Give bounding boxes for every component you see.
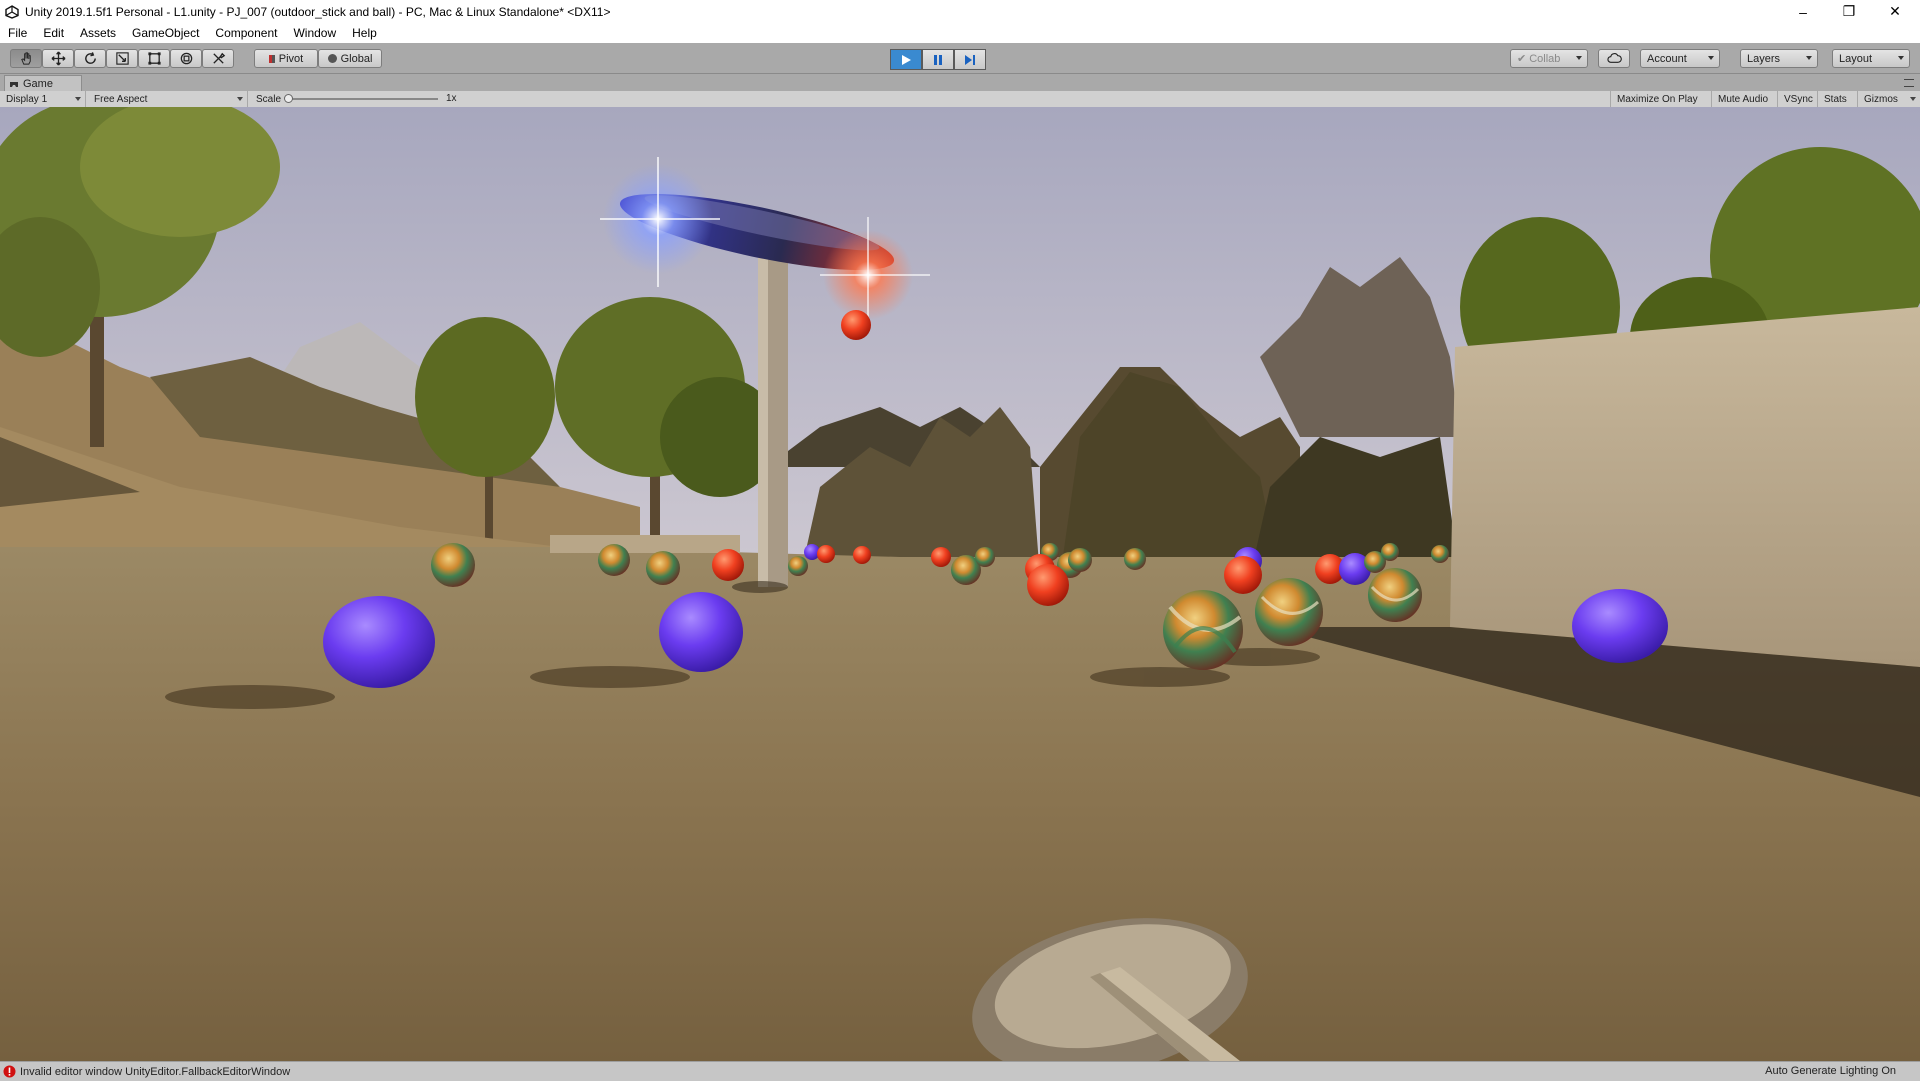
console-error-message[interactable]: Invalid editor window UnityEditor.Fallba… bbox=[20, 1066, 290, 1078]
rotate-icon bbox=[84, 52, 96, 64]
game-scene bbox=[0, 107, 1920, 1061]
global-toggle[interactable]: Global bbox=[318, 49, 382, 68]
check-icon: ✔ bbox=[1517, 53, 1527, 65]
main-toolbar: Pivot Global ✔ Collab Account Layers Lay… bbox=[0, 43, 1920, 74]
account-dropdown[interactable]: Account bbox=[1640, 49, 1720, 68]
restore-button[interactable]: ❐ bbox=[1826, 0, 1872, 23]
globe-icon bbox=[327, 54, 337, 63]
layers-dropdown[interactable]: Layers bbox=[1740, 49, 1818, 68]
panel-menu-icon[interactable] bbox=[1904, 79, 1914, 87]
move-arrows-icon bbox=[51, 51, 65, 66]
chevron-down-icon bbox=[1898, 56, 1904, 60]
play-button[interactable] bbox=[890, 49, 922, 70]
play-icon bbox=[902, 54, 911, 65]
menu-component[interactable]: Component bbox=[207, 26, 285, 40]
status-bar: Invalid editor window UnityEditor.Fallba… bbox=[0, 1061, 1920, 1081]
falling-red-ball bbox=[841, 310, 871, 340]
mute-audio-toggle[interactable]: Mute Audio bbox=[1712, 91, 1778, 107]
menu-edit[interactable]: Edit bbox=[35, 26, 72, 40]
rect-tool-button[interactable] bbox=[138, 49, 170, 68]
game-view-toolbar: Display 1 Free Aspect Scale 1x Maximize … bbox=[0, 91, 1920, 108]
chevron-down-icon bbox=[1910, 97, 1916, 101]
gizmos-dropdown[interactable]: Gizmos bbox=[1858, 91, 1920, 107]
close-button[interactable]: ✕ bbox=[1872, 0, 1918, 23]
lighting-status: Auto Generate Lighting On bbox=[1765, 1065, 1896, 1077]
menu-bar: File Edit Assets GameObject Component Wi… bbox=[0, 23, 1920, 43]
transform-icon bbox=[180, 52, 192, 65]
chevron-down-icon bbox=[1576, 56, 1582, 60]
chevron-down-icon bbox=[237, 97, 243, 101]
step-icon bbox=[965, 54, 975, 65]
global-label: Global bbox=[340, 52, 373, 65]
display-label: Display 1 bbox=[6, 93, 48, 105]
collab-label: Collab bbox=[1529, 52, 1561, 65]
rect-transform-icon bbox=[147, 52, 161, 65]
window-title: Unity 2019.1.5f1 Personal - L1.unity - P… bbox=[25, 4, 611, 19]
maximize-on-play-toggle[interactable]: Maximize On Play bbox=[1610, 91, 1712, 107]
vsync-toggle[interactable]: VSync bbox=[1778, 91, 1818, 107]
chevron-down-icon bbox=[1708, 56, 1714, 60]
scale-value: 1x bbox=[446, 93, 457, 104]
unity-logo-icon bbox=[5, 4, 19, 19]
chevron-down-icon bbox=[1806, 56, 1812, 60]
cloud-icon bbox=[1606, 53, 1622, 63]
rotate-tool-button[interactable] bbox=[74, 49, 106, 68]
title-bar: Unity 2019.1.5f1 Personal - L1.unity - P… bbox=[0, 0, 1920, 23]
aspect-label: Free Aspect bbox=[94, 93, 148, 105]
move-tool-button[interactable] bbox=[42, 49, 74, 68]
stats-toggle[interactable]: Stats bbox=[1818, 91, 1858, 107]
scale-icon bbox=[115, 52, 129, 65]
wrench-icon bbox=[212, 52, 225, 64]
tab-game[interactable]: Game bbox=[4, 75, 82, 91]
scale-slider-thumb[interactable] bbox=[284, 94, 293, 103]
menu-file[interactable]: File bbox=[0, 26, 35, 40]
scale-label: Scale bbox=[256, 93, 282, 105]
menu-help[interactable]: Help bbox=[344, 26, 385, 40]
scale-tool-button[interactable] bbox=[106, 49, 138, 68]
tab-row: Game bbox=[0, 74, 1920, 91]
menu-window[interactable]: Window bbox=[285, 26, 344, 40]
custom-tool-button[interactable] bbox=[202, 49, 234, 68]
pause-button[interactable] bbox=[922, 49, 954, 70]
pivot-icon bbox=[268, 54, 275, 63]
collab-dropdown[interactable]: ✔ Collab bbox=[1510, 49, 1588, 68]
chevron-down-icon bbox=[75, 97, 81, 101]
low-wall bbox=[550, 535, 740, 553]
pivot-label: Pivot bbox=[278, 52, 304, 65]
step-button[interactable] bbox=[954, 49, 986, 70]
layers-label: Layers bbox=[1747, 52, 1781, 65]
hand-tool-button[interactable] bbox=[10, 49, 42, 68]
transform-tool-button[interactable] bbox=[170, 49, 202, 68]
scale-slider-track[interactable] bbox=[288, 98, 438, 100]
pivot-toggle[interactable]: Pivot bbox=[254, 49, 318, 68]
scale-control: Scale 1x bbox=[250, 91, 470, 107]
gamepad-icon bbox=[10, 81, 18, 87]
menu-gameobject[interactable]: GameObject bbox=[124, 26, 207, 40]
account-label: Account bbox=[1647, 52, 1687, 65]
minimize-button[interactable]: – bbox=[1780, 0, 1826, 23]
menu-assets[interactable]: Assets bbox=[72, 26, 124, 40]
tab-game-label: Game bbox=[23, 77, 53, 90]
cloud-button[interactable] bbox=[1598, 49, 1630, 68]
layout-dropdown[interactable]: Layout bbox=[1832, 49, 1910, 68]
display-dropdown[interactable]: Display 1 bbox=[0, 91, 86, 107]
layout-label: Layout bbox=[1839, 52, 1873, 65]
pause-icon bbox=[934, 54, 942, 65]
aspect-dropdown[interactable]: Free Aspect bbox=[88, 91, 248, 107]
hand-icon bbox=[20, 52, 31, 65]
error-icon bbox=[3, 1065, 16, 1078]
game-viewport[interactable] bbox=[0, 107, 1920, 1061]
